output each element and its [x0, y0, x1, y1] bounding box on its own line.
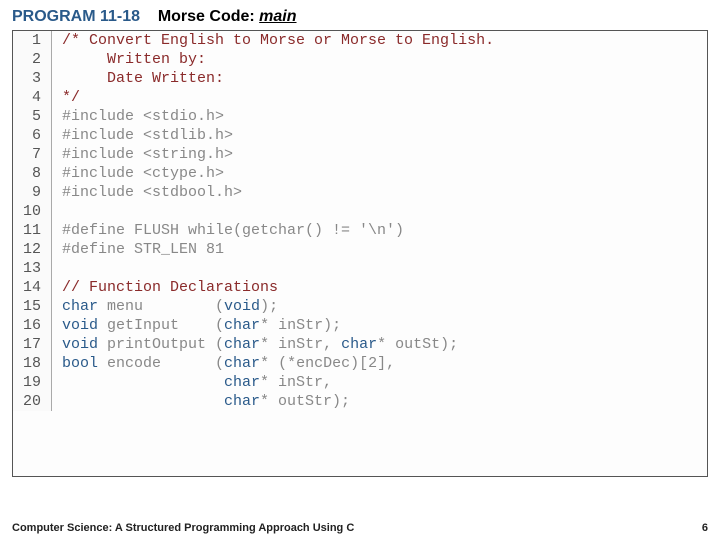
code-cell: // Function Declarations [52, 278, 708, 297]
slide-header: PROGRAM 11-18 Morse Code: main [0, 0, 720, 30]
code-cell: #include <string.h> [52, 145, 708, 164]
footer-text: Computer Science: A Structured Programmi… [12, 522, 354, 534]
line-number: 10 [13, 202, 52, 221]
line-number: 2 [13, 50, 52, 69]
code-line: 13 [13, 259, 707, 278]
line-number: 5 [13, 107, 52, 126]
line-number: 12 [13, 240, 52, 259]
code-cell: #include <ctype.h> [52, 164, 708, 183]
code-cell: #include <stdbool.h> [52, 183, 708, 202]
code-line: 8#include <ctype.h> [13, 164, 707, 183]
code-cell: Written by: [52, 50, 708, 69]
line-number: 7 [13, 145, 52, 164]
code-cell: #include <stdio.h> [52, 107, 708, 126]
code-cell: Date Written: [52, 69, 708, 88]
line-number: 11 [13, 221, 52, 240]
code-line: 12#define STR_LEN 81 [13, 240, 707, 259]
code-cell [52, 202, 708, 221]
code-table: 1/* Convert English to Morse or Morse to… [13, 31, 707, 411]
program-title-prefix: Morse Code: [158, 8, 259, 25]
code-line: 9#include <stdbool.h> [13, 183, 707, 202]
code-cell: void printOutput (char* inStr, char* out… [52, 335, 708, 354]
code-line: 17void printOutput (char* inStr, char* o… [13, 335, 707, 354]
line-number: 15 [13, 297, 52, 316]
line-number: 4 [13, 88, 52, 107]
code-line: 20 char* outStr); [13, 392, 707, 411]
code-line: 11#define FLUSH while(getchar() != '\n') [13, 221, 707, 240]
program-title: Morse Code: main [158, 8, 297, 25]
code-line: 5#include <stdio.h> [13, 107, 707, 126]
line-number: 13 [13, 259, 52, 278]
line-number: 19 [13, 373, 52, 392]
code-cell: char* outStr); [52, 392, 708, 411]
line-number: 16 [13, 316, 52, 335]
line-number: 17 [13, 335, 52, 354]
program-label: PROGRAM 11-18 [12, 8, 140, 25]
code-line: 10 [13, 202, 707, 221]
code-cell: #include <stdlib.h> [52, 126, 708, 145]
slide-footer: Computer Science: A Structured Programmi… [12, 522, 708, 534]
line-number: 3 [13, 69, 52, 88]
line-number: 20 [13, 392, 52, 411]
code-line: 3 Date Written: [13, 69, 707, 88]
code-cell: /* Convert English to Morse or Morse to … [52, 31, 708, 50]
code-line: 1/* Convert English to Morse or Morse to… [13, 31, 707, 50]
code-line: 14// Function Declarations [13, 278, 707, 297]
code-line: 19 char* inStr, [13, 373, 707, 392]
line-number: 18 [13, 354, 52, 373]
code-cell: char menu (void); [52, 297, 708, 316]
program-title-italic: main [259, 8, 296, 25]
code-line: 16void getInput (char* inStr); [13, 316, 707, 335]
code-cell: */ [52, 88, 708, 107]
code-cell [52, 259, 708, 278]
line-number: 8 [13, 164, 52, 183]
code-line: 6#include <stdlib.h> [13, 126, 707, 145]
page-number: 6 [702, 522, 708, 534]
code-cell: bool encode (char* (*encDec)[2], [52, 354, 708, 373]
code-cell: #define STR_LEN 81 [52, 240, 708, 259]
code-line: 7#include <string.h> [13, 145, 707, 164]
code-cell: void getInput (char* inStr); [52, 316, 708, 335]
line-number: 6 [13, 126, 52, 145]
line-number: 14 [13, 278, 52, 297]
code-cell: char* inStr, [52, 373, 708, 392]
code-line: 18bool encode (char* (*encDec)[2], [13, 354, 707, 373]
code-line: 4*/ [13, 88, 707, 107]
code-cell: #define FLUSH while(getchar() != '\n') [52, 221, 708, 240]
code-line: 15char menu (void); [13, 297, 707, 316]
line-number: 1 [13, 31, 52, 50]
code-line: 2 Written by: [13, 50, 707, 69]
line-number: 9 [13, 183, 52, 202]
code-listing-frame: 1/* Convert English to Morse or Morse to… [12, 30, 708, 477]
